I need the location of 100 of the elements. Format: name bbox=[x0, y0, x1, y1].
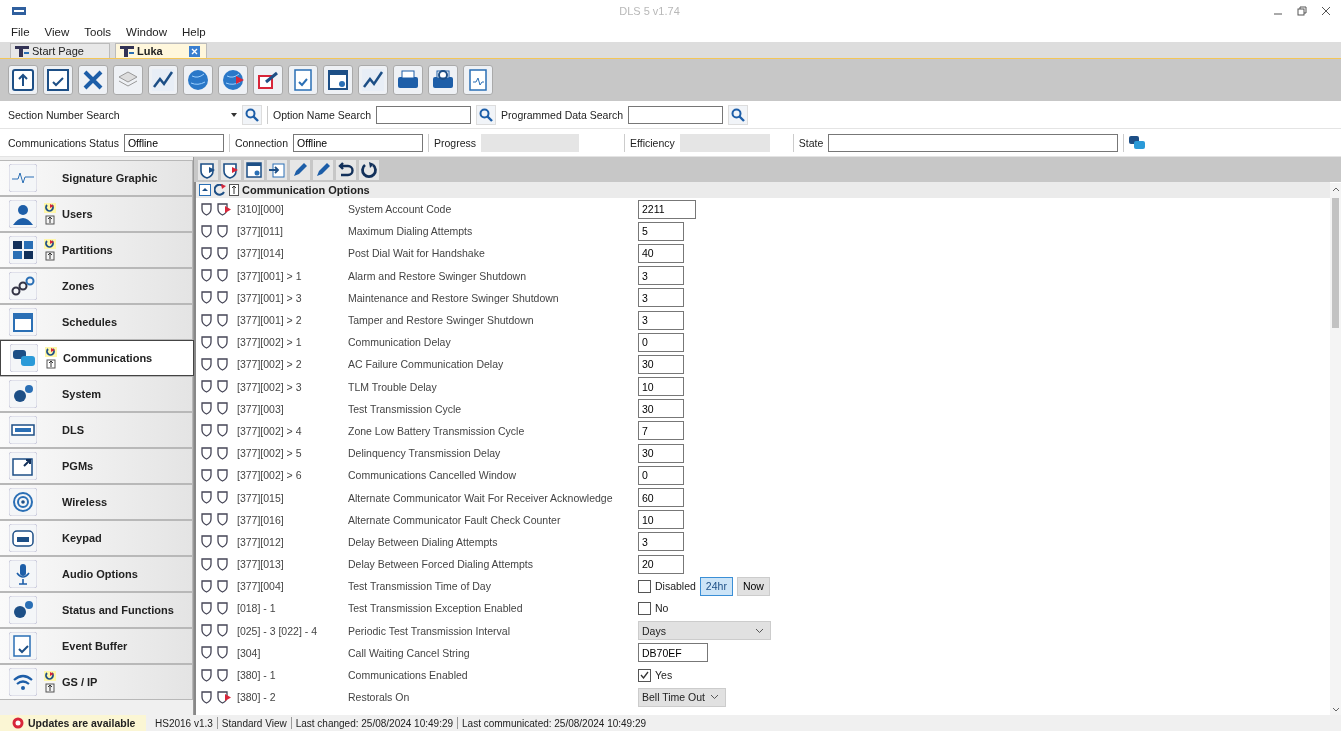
shield-icon[interactable] bbox=[201, 291, 212, 305]
sidebar-item[interactable]: System bbox=[0, 376, 193, 412]
shield-icon[interactable] bbox=[201, 690, 212, 704]
shield-icon[interactable] bbox=[217, 601, 231, 615]
shield-icon[interactable] bbox=[217, 291, 231, 305]
shield-icon[interactable] bbox=[217, 357, 231, 371]
shield-icon[interactable] bbox=[217, 380, 231, 394]
shield-icon[interactable] bbox=[201, 424, 212, 438]
shield-icon[interactable] bbox=[217, 424, 231, 438]
sidebar-item[interactable]: Audio Options bbox=[0, 556, 193, 592]
sidebar-item[interactable]: Status and Functions bbox=[0, 592, 193, 628]
value-field[interactable]: 5 bbox=[638, 221, 684, 241]
status-field[interactable] bbox=[828, 133, 1119, 152]
sidebar-item[interactable]: Keypad bbox=[0, 520, 193, 556]
value-field[interactable]: 10 bbox=[638, 510, 684, 530]
toolbar-button[interactable] bbox=[78, 65, 108, 95]
shield-icon[interactable] bbox=[217, 224, 231, 238]
shield-icon[interactable] bbox=[201, 380, 212, 394]
search-button[interactable] bbox=[476, 104, 497, 125]
shield-icon[interactable] bbox=[217, 668, 231, 682]
sidebar-item[interactable]: Signature Graphic bbox=[0, 160, 193, 196]
status-field[interactable]: Offline bbox=[293, 133, 423, 152]
search-button[interactable] bbox=[242, 104, 262, 125]
shield-icon[interactable] bbox=[201, 446, 212, 460]
toolbar-button[interactable] bbox=[8, 65, 38, 95]
value-field[interactable]: 60 bbox=[638, 488, 684, 508]
search-field[interactable] bbox=[376, 105, 472, 124]
checkbox[interactable] bbox=[638, 601, 651, 615]
shield-icon[interactable] bbox=[217, 269, 231, 283]
value-field[interactable]: 3 bbox=[638, 288, 684, 308]
shield-icon[interactable] bbox=[201, 601, 212, 615]
toolbar-button[interactable] bbox=[428, 65, 458, 95]
search-button[interactable] bbox=[728, 104, 749, 125]
sidebar-item[interactable]: Zones bbox=[0, 268, 193, 304]
shield-icon[interactable] bbox=[201, 402, 212, 416]
value-field[interactable]: 3 bbox=[638, 310, 684, 330]
tab[interactable]: Luka bbox=[115, 43, 207, 58]
tab[interactable]: Start Page bbox=[10, 43, 110, 58]
shield-icon[interactable] bbox=[217, 491, 231, 505]
dropdown[interactable]: Days bbox=[638, 621, 771, 641]
toolbar-button[interactable] bbox=[323, 65, 353, 95]
scroll-up-icon[interactable] bbox=[1331, 187, 1340, 192]
shield-icon[interactable] bbox=[201, 624, 212, 638]
value-field[interactable]: DB70EF bbox=[638, 643, 708, 663]
scrollbar[interactable] bbox=[1330, 183, 1341, 715]
sidebar-item[interactable]: PGMs bbox=[0, 448, 193, 484]
shield-icon[interactable] bbox=[201, 513, 212, 527]
shield-arrow-icon[interactable] bbox=[217, 202, 231, 216]
search-field[interactable] bbox=[628, 105, 724, 124]
sidebar-item[interactable]: Wireless bbox=[0, 484, 193, 520]
shield-icon[interactable] bbox=[217, 624, 231, 638]
dropdown-caret-icon[interactable] bbox=[231, 112, 237, 117]
toolbar-button[interactable] bbox=[148, 65, 178, 95]
shield-icon[interactable] bbox=[201, 668, 212, 682]
shield-icon[interactable] bbox=[201, 202, 212, 216]
sidebar-item[interactable]: GS / IP bbox=[0, 664, 193, 700]
sidebar-item[interactable]: Partitions bbox=[0, 232, 193, 268]
value-field[interactable]: 3 bbox=[638, 532, 684, 552]
value-field[interactable]: 7 bbox=[638, 421, 684, 441]
menu-item[interactable]: View bbox=[44, 26, 70, 38]
sidebar-item[interactable]: Event Buffer bbox=[0, 628, 193, 664]
sidebar-item[interactable]: Users bbox=[0, 196, 193, 232]
toggle-button[interactable]: Now bbox=[736, 576, 770, 596]
dropdown[interactable]: Bell Time Out bbox=[638, 687, 726, 707]
menu-item[interactable]: Help bbox=[182, 26, 206, 38]
value-field[interactable]: 2211 bbox=[638, 199, 696, 219]
collapse-icon[interactable] bbox=[199, 184, 211, 196]
toolbar-button[interactable] bbox=[267, 159, 287, 180]
value-field[interactable]: 0 bbox=[638, 465, 684, 485]
toggle-button[interactable]: 24hr bbox=[699, 576, 733, 596]
shield-icon[interactable] bbox=[201, 313, 212, 327]
toolbar-button[interactable] bbox=[313, 159, 333, 180]
value-field[interactable]: 20 bbox=[638, 554, 684, 574]
value-field[interactable]: 0 bbox=[638, 332, 684, 352]
shield-icon[interactable] bbox=[201, 491, 212, 505]
sidebar-item[interactable]: Schedules bbox=[0, 304, 193, 340]
shield-icon[interactable] bbox=[201, 335, 212, 349]
sidebar-item[interactable]: DLS bbox=[0, 412, 193, 448]
toolbar-button[interactable] bbox=[359, 159, 379, 180]
toolbar-button[interactable] bbox=[253, 65, 283, 95]
shield-icon[interactable] bbox=[201, 269, 212, 283]
close-icon[interactable] bbox=[189, 45, 200, 57]
toolbar-button[interactable] bbox=[198, 159, 218, 180]
shield-icon[interactable] bbox=[217, 446, 231, 460]
checkbox[interactable] bbox=[638, 668, 651, 682]
scrollbar-thumb[interactable] bbox=[1332, 198, 1339, 328]
shield-icon[interactable] bbox=[217, 557, 231, 571]
shield-icon[interactable] bbox=[217, 335, 231, 349]
shield-icon[interactable] bbox=[217, 646, 231, 660]
shield-icon[interactable] bbox=[201, 535, 212, 549]
shield-arrow-icon[interactable] bbox=[217, 690, 231, 704]
shield-icon[interactable] bbox=[201, 357, 212, 371]
value-field[interactable]: 3 bbox=[638, 266, 684, 286]
toolbar-button[interactable] bbox=[244, 159, 264, 180]
value-field[interactable]: 30 bbox=[638, 354, 684, 374]
shield-icon[interactable] bbox=[201, 646, 212, 660]
toolbar-button[interactable] bbox=[336, 159, 356, 180]
menu-item[interactable]: Tools bbox=[84, 26, 112, 38]
value-field[interactable]: 30 bbox=[638, 399, 684, 419]
value-field[interactable]: 30 bbox=[638, 443, 684, 463]
